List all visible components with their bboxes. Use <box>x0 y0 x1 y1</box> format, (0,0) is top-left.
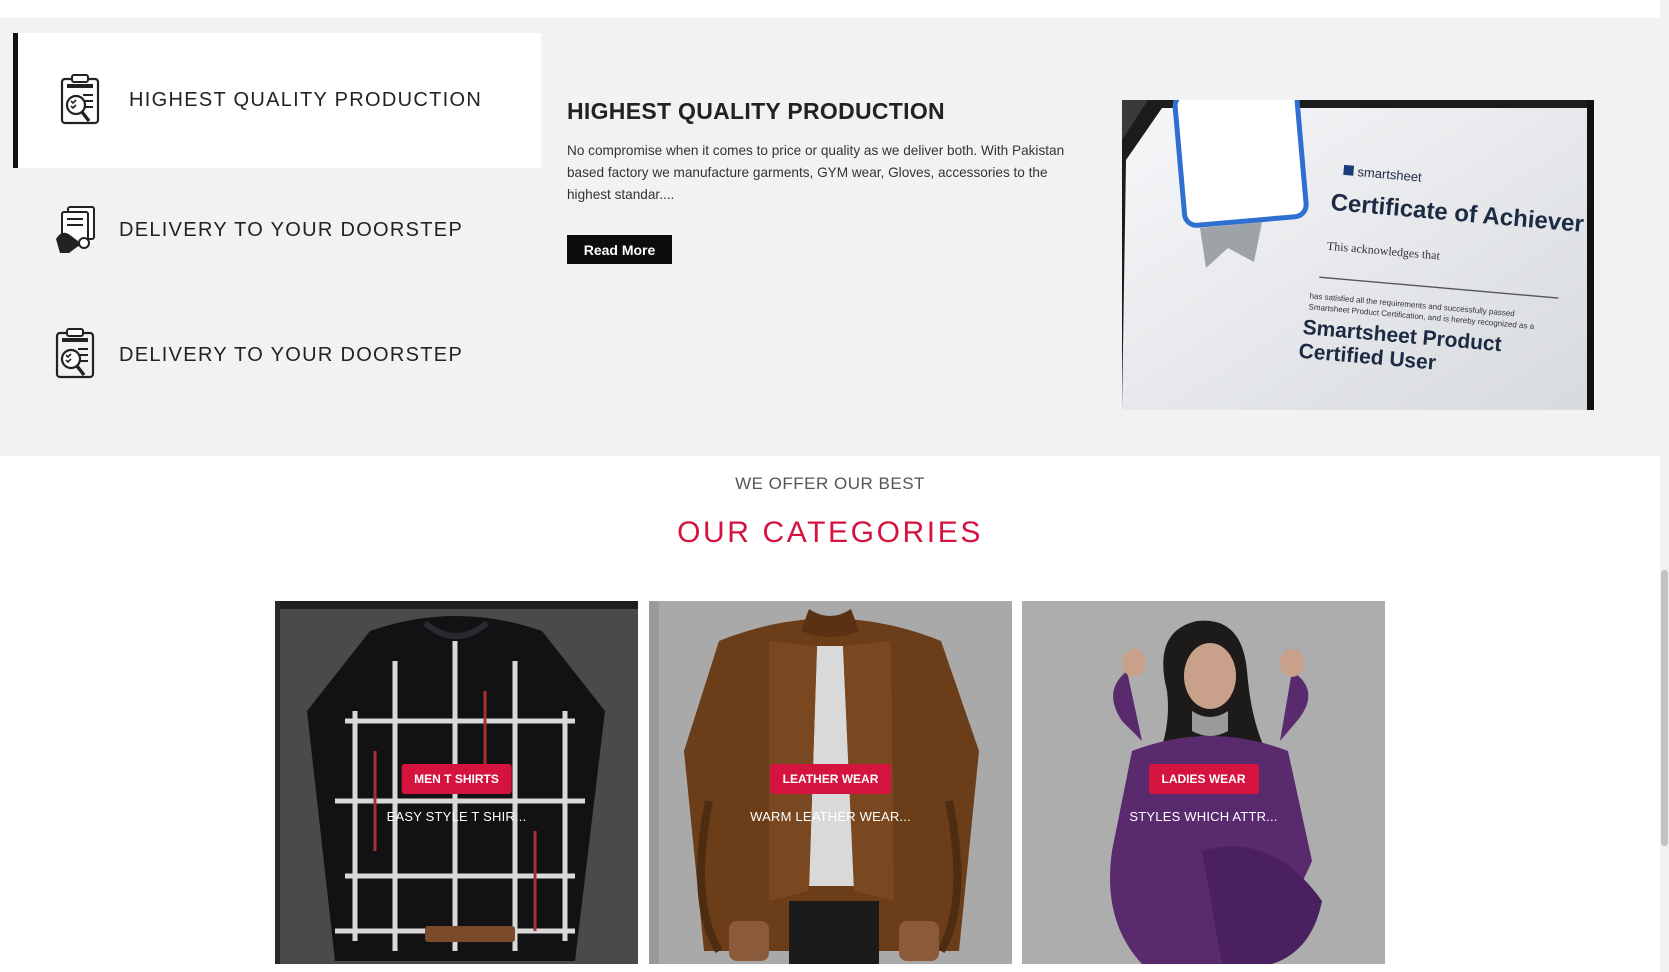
category-card-ladies-wear[interactable]: LADIES WEAR STYLES WHICH ATTR... <box>1022 601 1385 964</box>
category-badge[interactable]: MEN T SHIRTS <box>401 764 512 794</box>
category-badge[interactable]: LADIES WEAR <box>1148 764 1259 794</box>
category-badge[interactable]: LEATHER WEAR <box>769 764 892 794</box>
compliance-clipboard-icon <box>53 327 99 383</box>
certificate-image: smartsheet Certificate of Achiever This … <box>1122 100 1594 410</box>
category-subtitle: EASY STYLE T SHIR... <box>386 809 527 824</box>
smartsheet-logo-icon <box>1343 164 1355 176</box>
page-scrollbar[interactable] <box>1660 0 1669 972</box>
scrollbar-thumb[interactable] <box>1661 570 1668 846</box>
feature-tab-label: DELIVERY TO YOUR DOORSTEP <box>119 218 464 241</box>
feature-tab-delivery-2[interactable]: DELIVERY TO YOUR DOORSTEP <box>13 324 536 386</box>
feature-tab-delivery[interactable]: DELIVERY TO YOUR DOORSTEP <box>13 200 536 260</box>
categories-eyebrow: WE OFFER OUR BEST <box>735 474 925 493</box>
features-section: HIGHEST QUALITY PRODUCTION DELIVERY TO Y… <box>0 18 1660 456</box>
category-subtitle: WARM LEATHER WEAR... <box>750 809 911 824</box>
delivery-documents-icon <box>53 202 99 258</box>
category-subtitle: STYLES WHICH ATTR... <box>1129 809 1278 824</box>
compliance-clipboard-icon <box>58 73 104 129</box>
feature-detail-title: HIGHEST QUALITY PRODUCTION <box>567 98 945 124</box>
feature-tab-label: HIGHEST QUALITY PRODUCTION <box>129 89 483 111</box>
category-card-men-tshirts[interactable]: MEN T SHIRTS EASY STYLE T SHIR... <box>275 601 638 964</box>
certificate-illustration: smartsheet Certificate of Achiever This … <box>1122 100 1587 410</box>
feature-tab-label: DELIVERY TO YOUR DOORSTEP <box>119 343 464 366</box>
category-card-leather-wear[interactable]: LEATHER WEAR WARM LEATHER WEAR... <box>649 601 1012 964</box>
feature-detail-text: No compromise when it comes to price or … <box>567 143 1065 202</box>
categories-title: OUR CATEGORIES <box>677 516 983 549</box>
feature-tab-quality[interactable]: HIGHEST QUALITY PRODUCTION <box>13 33 541 168</box>
read-more-button[interactable]: Read More <box>567 235 672 264</box>
